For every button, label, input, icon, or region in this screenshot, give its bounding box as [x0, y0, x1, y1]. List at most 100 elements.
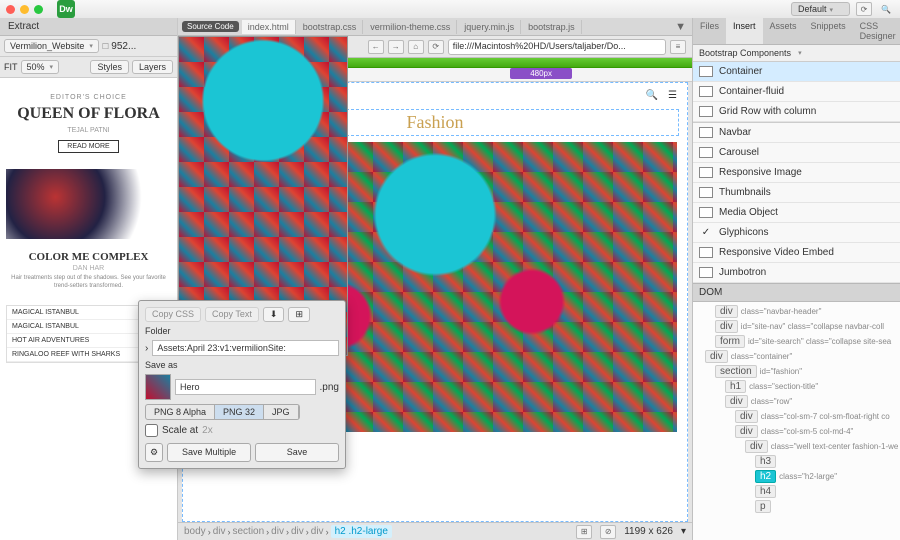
dom-node[interactable]: divclass="navbar-header" [695, 304, 898, 319]
search-icon[interactable]: 🔍 [646, 90, 658, 101]
format-jpg[interactable]: JPG [264, 405, 299, 419]
forward-icon[interactable]: → [388, 40, 404, 54]
file-tab[interactable]: vermilion-theme.css [364, 20, 457, 34]
search-icon[interactable]: 🔍 [878, 2, 894, 16]
fit-label: FIT [4, 62, 18, 72]
dom-node[interactable]: h1class="section-title" [695, 379, 898, 394]
component-item[interactable]: Responsive Image [693, 163, 900, 183]
tag-crumb[interactable]: div [271, 526, 284, 537]
settings-icon[interactable]: ⚙ [145, 443, 163, 462]
tab-insert[interactable]: Insert [726, 18, 763, 44]
zoom-icon[interactable] [34, 5, 43, 14]
refresh-icon[interactable]: ⟳ [428, 40, 444, 54]
file-tab[interactable]: bootstrap.js [522, 20, 582, 34]
component-item[interactable]: Container [693, 62, 900, 82]
layers-button[interactable]: Layers [132, 60, 173, 74]
saveas-label: Save as [145, 360, 339, 370]
component-item[interactable]: Container-fluid [693, 82, 900, 102]
hero-author: TEJAL PATNI [10, 127, 167, 134]
tab-files[interactable]: Files [693, 18, 726, 44]
device-preview-icon[interactable]: ⊞ [576, 525, 592, 539]
source-code-badge[interactable]: Source Code [182, 21, 239, 32]
scale-label: Scale at [162, 425, 198, 436]
close-icon[interactable] [6, 5, 15, 14]
component-item[interactable]: ✓Glyphicons [693, 223, 900, 243]
dom-panel-title[interactable]: DOM [693, 284, 900, 302]
window-controls[interactable] [6, 5, 43, 14]
file-tab[interactable]: index.html [242, 20, 296, 34]
save-button[interactable]: Save [255, 443, 339, 462]
options-icon[interactable]: ≡ [670, 40, 686, 54]
insert-category-select[interactable]: Bootstrap Components [693, 45, 900, 62]
dom-node[interactable]: h2class="h2-large" [695, 469, 898, 484]
dom-node[interactable]: divclass="container" [695, 349, 898, 364]
tag-crumb[interactable]: body [184, 526, 206, 537]
jumbotron-icon [699, 267, 713, 278]
component-item[interactable]: Responsive Video Embed [693, 243, 900, 263]
component-item[interactable]: Thumbnails [693, 183, 900, 203]
app-icon: Dw [57, 0, 75, 18]
folder-browse-icon[interactable]: › [145, 343, 148, 354]
video-icon [699, 247, 713, 258]
copy-css-button[interactable]: Copy CSS [145, 307, 201, 322]
dom-node[interactable]: formid="site-search" class="collapse sit… [695, 334, 898, 349]
dom-node[interactable]: h3 [695, 454, 898, 469]
errors-icon[interactable]: ⊘ [600, 525, 616, 539]
dom-node[interactable]: h4 [695, 484, 898, 499]
styles-button[interactable]: Styles [90, 60, 129, 74]
component-item[interactable]: Navbar [693, 122, 900, 143]
tab-snippets[interactable]: Snippets [804, 18, 853, 44]
zoom-select[interactable]: 50% [21, 60, 60, 74]
tag-crumb[interactable]: div [291, 526, 304, 537]
home-icon[interactable]: ⌂ [408, 40, 424, 54]
tag-crumb[interactable]: div [213, 526, 226, 537]
menu-icon[interactable]: ☰ [668, 90, 677, 101]
tag-crumb-selected[interactable]: h2 .h2-large [331, 525, 392, 538]
file-tab[interactable]: jquery.min.js [458, 20, 521, 34]
tag-crumb[interactable]: div [311, 526, 324, 537]
component-item[interactable]: Grid Row with column [693, 102, 900, 122]
psd-picker[interactable]: Vermilion_Website [4, 39, 99, 53]
dom-node[interactable]: divclass="row" [695, 394, 898, 409]
folder-label: Folder [145, 326, 339, 336]
dom-node[interactable]: divid="site-nav" class="collapse navbar-… [695, 319, 898, 334]
extract-tab[interactable]: Extract [0, 18, 177, 36]
copy-text-button[interactable]: Copy Text [205, 307, 259, 322]
back-icon[interactable]: ← [368, 40, 384, 54]
address-bar[interactable]: file:///Macintosh%20HD/Users/taljaber/Do… [448, 39, 666, 55]
format-png32[interactable]: PNG 32 [215, 405, 264, 419]
titlebar: Dw Default ⟳ 🔍 [0, 0, 900, 18]
filter-icon[interactable]: ▼ [669, 21, 692, 33]
component-item[interactable]: Carousel [693, 143, 900, 163]
tab-assets[interactable]: Assets [763, 18, 804, 44]
format-png8[interactable]: PNG 8 Alpha [146, 405, 215, 419]
sync-settings-icon[interactable]: ⟳ [856, 2, 872, 16]
component-item[interactable]: Jumbotron [693, 263, 900, 283]
export-asset-popover: Copy CSS Copy Text ⬇ ⊞ Folder › Save as … [138, 300, 346, 469]
dom-tree[interactable]: divclass="navbar-header"divid="site-nav"… [693, 302, 900, 540]
format-segment[interactable]: PNG 8 Alpha PNG 32 JPG [145, 404, 300, 420]
tag-crumb[interactable]: section [232, 526, 264, 537]
dom-node[interactable]: p [695, 499, 898, 514]
multi-export-icon[interactable]: ⊞ [288, 307, 310, 322]
workspace-switcher[interactable]: Default [791, 2, 850, 16]
breakpoint-marker[interactable]: 480px [510, 68, 572, 79]
file-tab[interactable]: bootstrap.css [297, 20, 364, 34]
dom-node[interactable]: sectionid="fashion" [695, 364, 898, 379]
save-multiple-button[interactable]: Save Multiple [167, 443, 251, 462]
download-icon[interactable]: ⬇ [263, 307, 285, 322]
document-tabs: Source Code index.html bootstrap.css ver… [178, 18, 692, 36]
minimize-icon[interactable] [20, 5, 29, 14]
dom-node[interactable]: divclass="well text-center fashion-1-we [695, 439, 898, 454]
dom-node[interactable]: divclass="col-sm-7 col-sm-float-right co [695, 409, 898, 424]
tab-css-designer[interactable]: CSS Designer [853, 18, 900, 44]
read-more-button[interactable]: READ MORE [58, 140, 118, 153]
status-bar: body› div› section› div› div› div› h2 .h… [178, 522, 692, 540]
preview-image [6, 169, 171, 239]
scale-checkbox[interactable] [145, 424, 158, 437]
filename-input[interactable] [175, 379, 316, 395]
folder-input[interactable] [152, 340, 339, 356]
component-item[interactable]: Media Object [693, 203, 900, 223]
colorme-title: COLOR ME COMPLEX [10, 251, 167, 263]
dom-node[interactable]: divclass="col-sm-5 col-md-4" [695, 424, 898, 439]
